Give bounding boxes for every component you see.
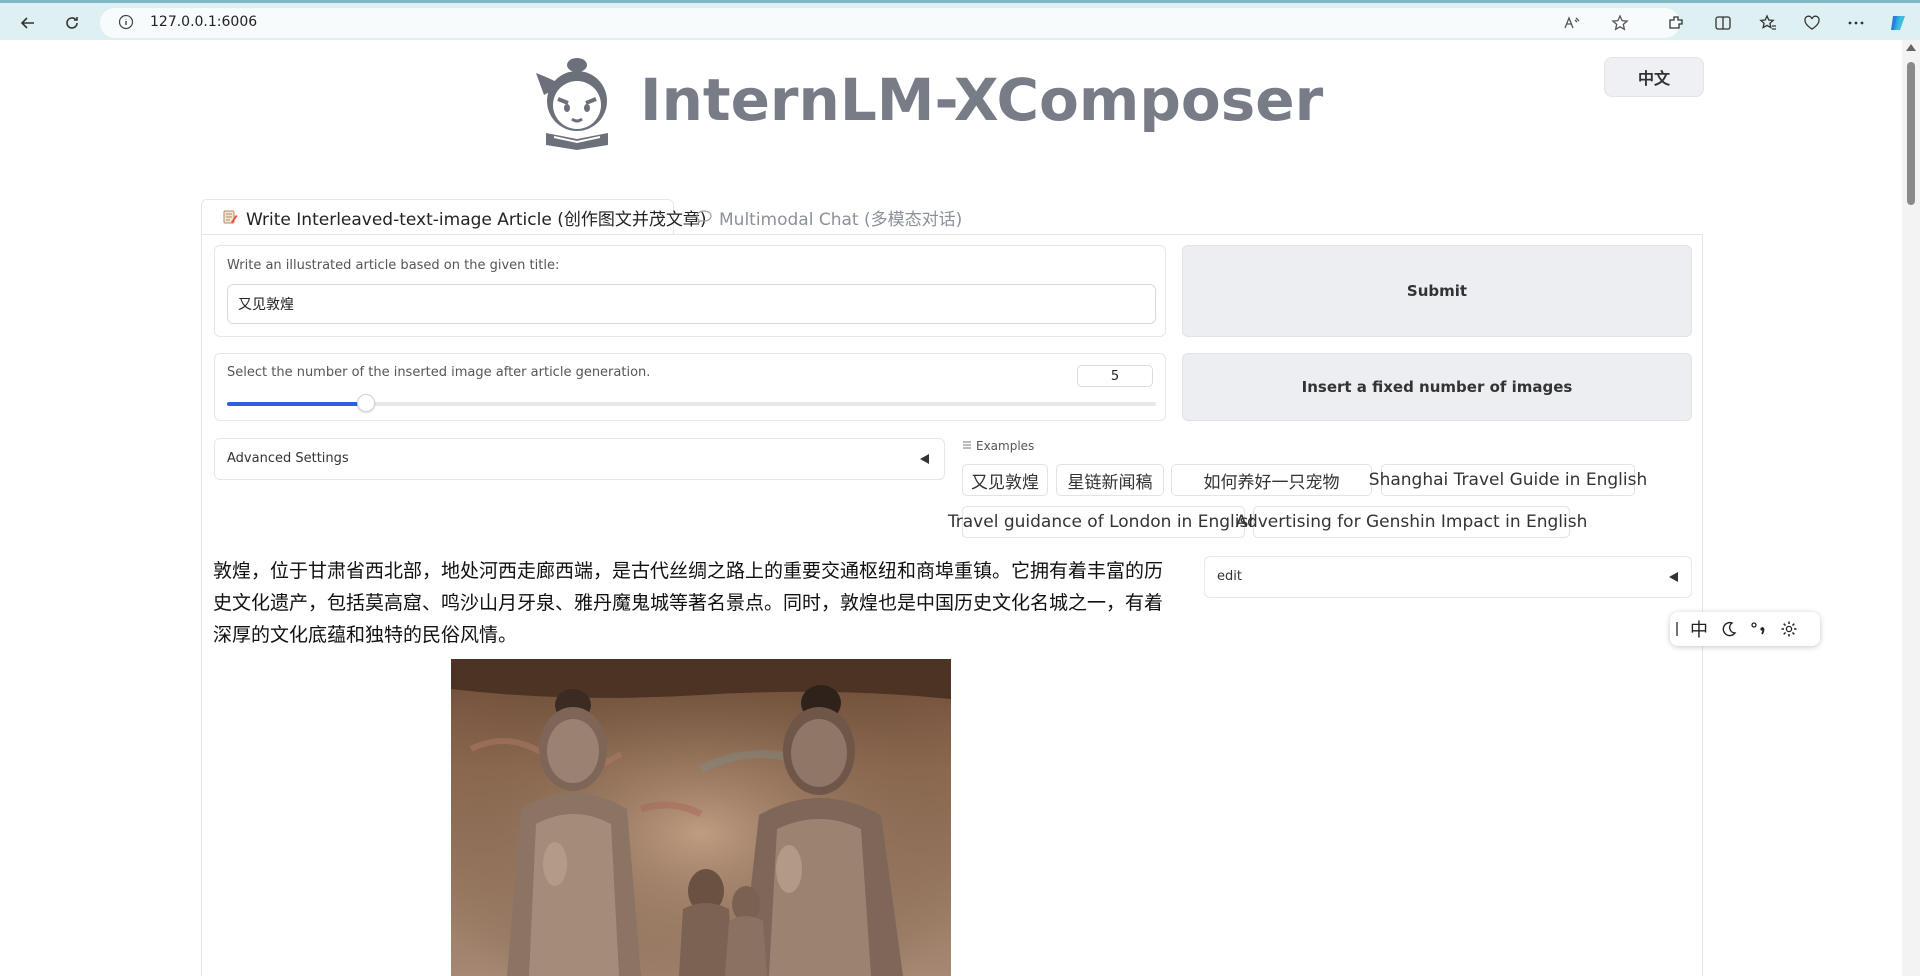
address-bar[interactable]: 127.0.0.1:6006 (100, 8, 1680, 38)
advanced-settings-accordion[interactable]: Advanced Settings (214, 438, 945, 480)
example-button[interactable]: Advertising for Genshin Impact in Englis… (1236, 506, 1587, 538)
submit-button[interactable]: Submit (1182, 245, 1692, 337)
title-input-label: Write an illustrated article based on th… (227, 258, 560, 273)
punctuation-icon[interactable] (1744, 612, 1774, 646)
more-options-icon[interactable] (1844, 11, 1868, 35)
collapse-arrow-icon[interactable] (920, 454, 929, 464)
examples-label: Examples (976, 439, 1035, 453)
examples-header: Examples (962, 439, 1034, 453)
url-text: 127.0.0.1:6006 (150, 14, 258, 30)
advanced-settings-label: Advanced Settings (227, 451, 349, 466)
scroll-up-arrow[interactable] (1906, 44, 1916, 51)
tab-multimodal-chat[interactable]: Multimodal Chat (多模态对话) (691, 199, 962, 235)
browser-essentials-icon[interactable] (1800, 11, 1824, 35)
refresh-icon[interactable] (58, 9, 86, 37)
split-screen-icon[interactable] (1711, 11, 1735, 35)
image-count-label: Select the number of the inserted image … (227, 365, 651, 380)
example-button[interactable]: 又见敦煌 (962, 464, 1048, 496)
article-image-buddha-statues (451, 659, 951, 976)
read-aloud-icon[interactable] (1560, 11, 1584, 35)
moon-icon[interactable] (1714, 612, 1744, 646)
article-paragraph: 敦煌，位于甘肃省西北部，地处河西走廊西端，是古代丝绸之路上的重要交通枢纽和商埠重… (213, 560, 1164, 646)
page-scrollbar[interactable] (1902, 40, 1920, 976)
example-button[interactable]: 星链新闻稿 (1056, 464, 1164, 496)
example-button[interactable]: Shanghai Travel Guide in English (1369, 464, 1647, 496)
insert-fixed-images-button[interactable]: Insert a fixed number of images (1182, 353, 1692, 421)
favorite-star-icon[interactable] (1608, 11, 1632, 35)
edit-accordion[interactable]: edit (1204, 556, 1692, 598)
copilot-icon[interactable] (1886, 11, 1910, 35)
extensions-icon[interactable] (1664, 11, 1688, 35)
title-input-block: Write an illustrated article based on th… (214, 245, 1166, 337)
browser-toolbar: 127.0.0.1:6006 (0, 0, 1920, 40)
speech-bubble-icon (695, 209, 712, 225)
edit-label: edit (1217, 569, 1242, 584)
ime-drag-handle[interactable] (1670, 612, 1684, 646)
app-title: InternLM-XComposer (640, 66, 1324, 134)
tab-write-article-label: Write Interleaved-text-image Article (创作… (246, 209, 707, 230)
mascot-logo (522, 55, 618, 151)
scroll-thumb[interactable] (1907, 62, 1915, 205)
tab-write-article[interactable]: Write Interleaved-text-image Article (创作… (201, 199, 706, 235)
favorites-icon[interactable] (1756, 11, 1780, 35)
image-count-block: Select the number of the inserted image … (214, 353, 1166, 421)
image-count-number-input[interactable]: 5 (1077, 365, 1153, 387)
example-button[interactable]: 如何养好一只宠物 (1171, 464, 1372, 496)
tab-multimodal-chat-label: Multimodal Chat (多模态对话) (719, 209, 963, 230)
memo-icon (222, 209, 238, 225)
language-toggle-button[interactable]: 中文 (1604, 57, 1704, 97)
slider-thumb[interactable] (357, 394, 376, 412)
info-icon[interactable] (118, 14, 134, 30)
ime-mode-toggle[interactable]: 中 (1684, 612, 1714, 646)
ime-toolbar: 中 (1670, 612, 1820, 646)
image-count-slider[interactable] (227, 394, 1156, 412)
settings-gear-icon[interactable] (1774, 612, 1804, 646)
list-icon (962, 439, 972, 453)
back-icon[interactable] (14, 9, 42, 37)
slider-fill (227, 402, 367, 406)
example-button[interactable]: Travel guidance of London in English (948, 506, 1259, 538)
collapse-arrow-icon[interactable] (1669, 572, 1678, 582)
title-input[interactable]: 又见敦煌 (227, 284, 1156, 324)
